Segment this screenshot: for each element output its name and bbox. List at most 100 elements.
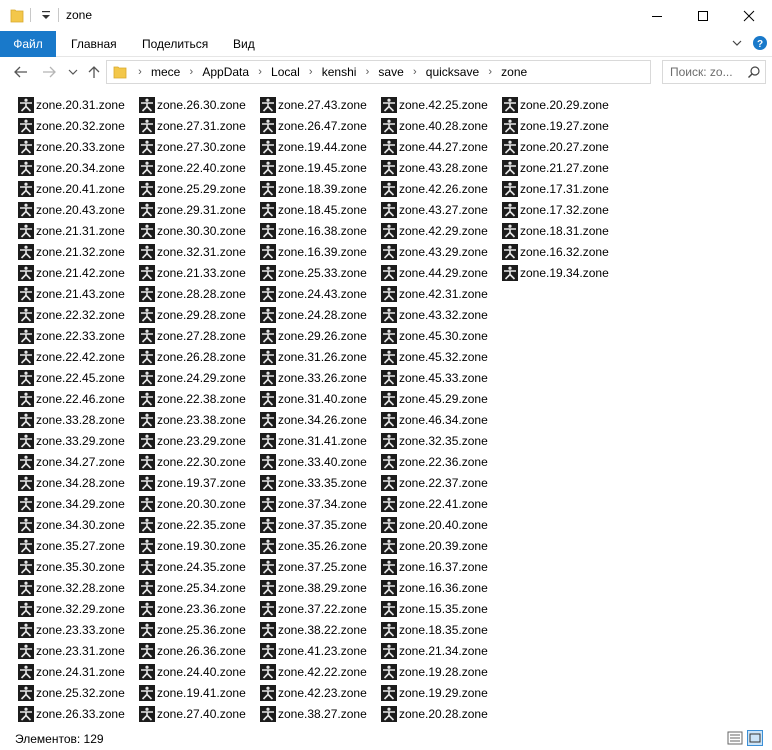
breadcrumb-separator-icon[interactable]: ›: [358, 61, 376, 83]
breadcrumb-item[interactable]: zone: [499, 65, 529, 79]
file-item[interactable]: zone.25.34.zone: [139, 577, 246, 598]
file-item[interactable]: zone.19.44.zone: [260, 136, 367, 157]
chevron-down-icon[interactable]: [730, 36, 744, 50]
file-item[interactable]: zone.34.30.zone: [18, 514, 125, 535]
file-item[interactable]: zone.22.32.zone: [18, 304, 125, 325]
file-item[interactable]: zone.20.39.zone: [381, 535, 488, 556]
file-item[interactable]: zone.35.30.zone: [18, 556, 125, 577]
file-item[interactable]: zone.42.26.zone: [381, 178, 488, 199]
help-icon[interactable]: ?: [752, 35, 768, 51]
file-item[interactable]: zone.37.34.zone: [260, 493, 367, 514]
file-item[interactable]: zone.34.27.zone: [18, 451, 125, 472]
file-item[interactable]: zone.42.29.zone: [381, 220, 488, 241]
file-item[interactable]: zone.25.32.zone: [18, 682, 125, 703]
file-item[interactable]: zone.25.36.zone: [139, 619, 246, 640]
file-item[interactable]: zone.42.22.zone: [260, 661, 367, 682]
file-item[interactable]: zone.40.28.zone: [381, 115, 488, 136]
file-item[interactable]: zone.19.30.zone: [139, 535, 246, 556]
file-item[interactable]: zone.22.46.zone: [18, 388, 125, 409]
tab-home[interactable]: Главная: [71, 31, 117, 57]
file-item[interactable]: zone.21.43.zone: [18, 283, 125, 304]
file-item[interactable]: zone.21.31.zone: [18, 220, 125, 241]
file-item[interactable]: zone.46.34.zone: [381, 409, 488, 430]
file-item[interactable]: zone.18.35.zone: [381, 619, 488, 640]
file-item[interactable]: zone.24.31.zone: [18, 661, 125, 682]
file-item[interactable]: zone.32.28.zone: [18, 577, 125, 598]
file-item[interactable]: zone.18.31.zone: [502, 220, 609, 241]
breadcrumb-separator-icon[interactable]: ›: [182, 61, 200, 83]
file-item[interactable]: zone.22.35.zone: [139, 514, 246, 535]
file-item[interactable]: zone.22.30.zone: [139, 451, 246, 472]
file-item[interactable]: zone.20.31.zone: [18, 94, 125, 115]
file-item[interactable]: zone.33.26.zone: [260, 367, 367, 388]
file-item[interactable]: zone.20.28.zone: [381, 703, 488, 724]
file-item[interactable]: zone.22.33.zone: [18, 325, 125, 346]
breadcrumb-item[interactable]: save: [376, 65, 405, 79]
file-item[interactable]: zone.34.26.zone: [260, 409, 367, 430]
file-item[interactable]: zone.26.47.zone: [260, 115, 367, 136]
file-item[interactable]: zone.16.38.zone: [260, 220, 367, 241]
file-item[interactable]: zone.22.45.zone: [18, 367, 125, 388]
file-item[interactable]: zone.19.34.zone: [502, 262, 609, 283]
file-item[interactable]: zone.45.32.zone: [381, 346, 488, 367]
file-item[interactable]: zone.38.27.zone: [260, 703, 367, 724]
file-item[interactable]: zone.25.33.zone: [260, 262, 367, 283]
details-view-icon[interactable]: [727, 730, 743, 746]
file-item[interactable]: zone.35.26.zone: [260, 535, 367, 556]
file-item[interactable]: zone.32.29.zone: [18, 598, 125, 619]
file-item[interactable]: zone.16.32.zone: [502, 241, 609, 262]
file-item[interactable]: zone.43.28.zone: [381, 157, 488, 178]
file-item[interactable]: zone.31.41.zone: [260, 430, 367, 451]
file-item[interactable]: zone.33.28.zone: [18, 409, 125, 430]
file-item[interactable]: zone.42.23.zone: [260, 682, 367, 703]
file-item[interactable]: zone.43.32.zone: [381, 304, 488, 325]
breadcrumb-separator-icon[interactable]: ›: [406, 61, 424, 83]
search-input[interactable]: Поиск: zo...: [662, 60, 766, 84]
file-item[interactable]: zone.29.31.zone: [139, 199, 246, 220]
file-item[interactable]: zone.29.28.zone: [139, 304, 246, 325]
file-item[interactable]: zone.26.36.zone: [139, 640, 246, 661]
file-item[interactable]: zone.20.27.zone: [502, 136, 609, 157]
file-item[interactable]: zone.34.28.zone: [18, 472, 125, 493]
back-button[interactable]: [12, 63, 30, 81]
file-item[interactable]: zone.37.22.zone: [260, 598, 367, 619]
file-item[interactable]: zone.23.29.zone: [139, 430, 246, 451]
breadcrumb-item[interactable]: AppData: [200, 65, 251, 79]
file-item[interactable]: zone.21.32.zone: [18, 241, 125, 262]
file-item[interactable]: zone.24.28.zone: [260, 304, 367, 325]
quick-access-dropdown-icon[interactable]: [40, 8, 52, 22]
file-item[interactable]: zone.20.29.zone: [502, 94, 609, 115]
file-item[interactable]: zone.21.27.zone: [502, 157, 609, 178]
file-item[interactable]: zone.29.26.zone: [260, 325, 367, 346]
file-item[interactable]: zone.45.29.zone: [381, 388, 488, 409]
address-bar[interactable]: › mece › AppData › Local › kenshi › save…: [106, 60, 749, 84]
tab-file[interactable]: Файл: [0, 31, 56, 57]
file-item[interactable]: zone.16.39.zone: [260, 241, 367, 262]
file-item[interactable]: zone.24.43.zone: [260, 283, 367, 304]
file-item[interactable]: zone.31.40.zone: [260, 388, 367, 409]
file-item[interactable]: zone.18.45.zone: [260, 199, 367, 220]
file-item[interactable]: zone.21.42.zone: [18, 262, 125, 283]
file-item[interactable]: zone.28.28.zone: [139, 283, 246, 304]
file-item[interactable]: zone.22.40.zone: [139, 157, 246, 178]
file-item[interactable]: zone.38.22.zone: [260, 619, 367, 640]
breadcrumb-item[interactable]: mece: [149, 65, 182, 79]
file-item[interactable]: zone.44.27.zone: [381, 136, 488, 157]
file-item[interactable]: zone.17.31.zone: [502, 178, 609, 199]
file-item[interactable]: zone.19.41.zone: [139, 682, 246, 703]
file-item[interactable]: zone.20.43.zone: [18, 199, 125, 220]
search-icon[interactable]: [747, 65, 761, 79]
file-item[interactable]: zone.26.28.zone: [139, 346, 246, 367]
file-item[interactable]: zone.45.30.zone: [381, 325, 488, 346]
file-item[interactable]: zone.24.29.zone: [139, 367, 246, 388]
file-item[interactable]: zone.35.27.zone: [18, 535, 125, 556]
file-item[interactable]: zone.42.25.zone: [381, 94, 488, 115]
breadcrumb-item[interactable]: kenshi: [320, 65, 359, 79]
file-item[interactable]: zone.44.29.zone: [381, 262, 488, 283]
file-item[interactable]: zone.23.33.zone: [18, 619, 125, 640]
file-item[interactable]: zone.22.38.zone: [139, 388, 246, 409]
file-item[interactable]: zone.32.35.zone: [381, 430, 488, 451]
file-item[interactable]: zone.18.39.zone: [260, 178, 367, 199]
recent-locations-button[interactable]: [64, 63, 82, 81]
minimize-button[interactable]: [634, 0, 680, 31]
